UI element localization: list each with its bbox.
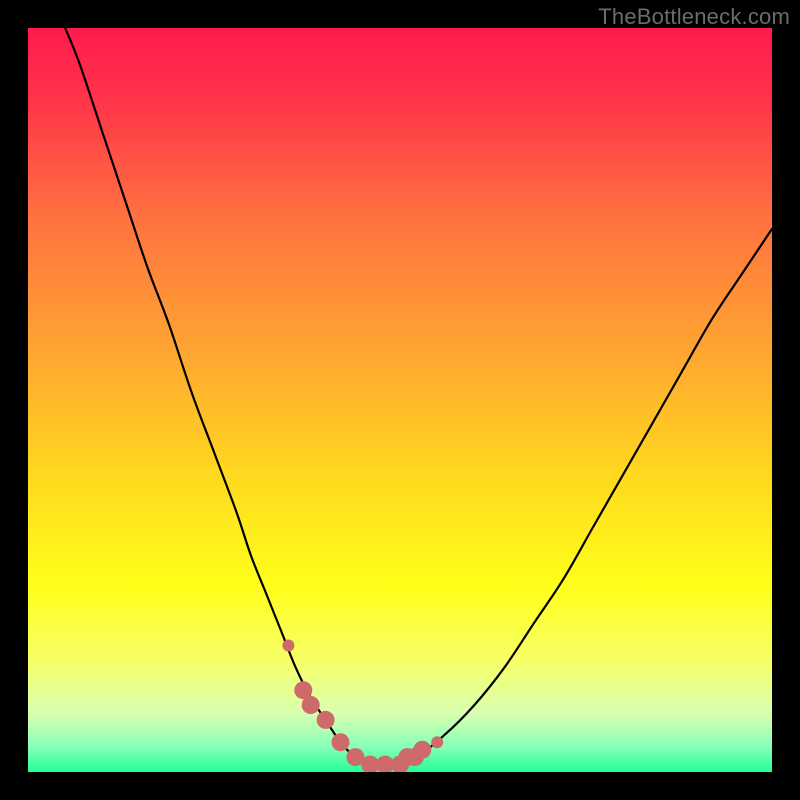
marker-layer: [282, 640, 443, 773]
marker-point: [302, 696, 320, 714]
marker-point: [332, 733, 350, 751]
marker-point: [317, 711, 335, 729]
chart-svg: [28, 28, 772, 772]
watermark: TheBottleneck.com: [598, 4, 790, 30]
bottleneck-curve: [65, 28, 772, 766]
marker-point: [431, 736, 443, 748]
plot-area: [28, 28, 772, 772]
marker-point: [282, 640, 294, 652]
marker-point: [413, 741, 431, 759]
chart-frame: TheBottleneck.com: [0, 0, 800, 800]
